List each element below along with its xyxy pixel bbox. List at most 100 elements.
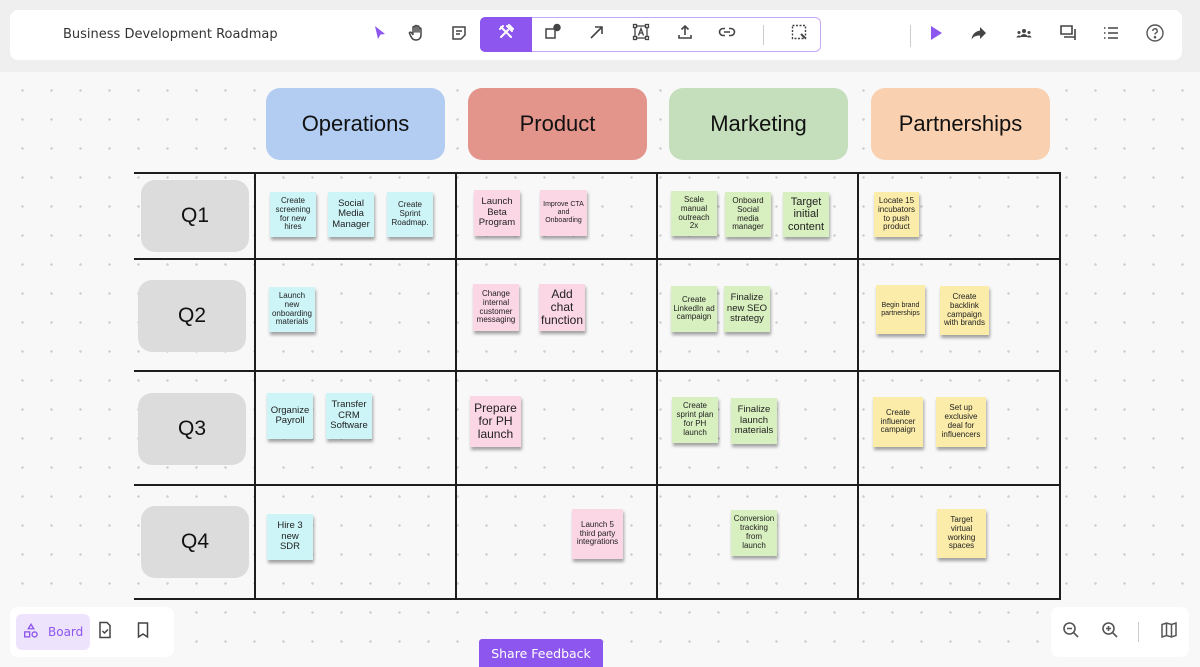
sticky-note[interactable]: Create influencer campaign [873, 397, 923, 447]
grid-line [656, 172, 658, 600]
sticky-note[interactable]: Onboard Social media manager [725, 192, 771, 237]
row-label-text: Q2 [177, 304, 206, 327]
bookmark-icon [133, 620, 153, 645]
text-box-icon [631, 22, 651, 47]
sticky-note[interactable]: Target initial content [783, 192, 829, 237]
sticky-note[interactable]: Launch Beta Program [474, 190, 520, 236]
sticky-note[interactable]: Change internal customer messaging [473, 284, 519, 331]
row-label-q1[interactable]: Q1 [141, 180, 249, 252]
grid-line [857, 172, 859, 600]
sticky-note[interactable]: Organize Payroll [267, 393, 313, 439]
zoom-out-icon [1061, 620, 1081, 645]
arrow-icon [587, 22, 607, 47]
column-header-product[interactable]: Product [468, 88, 647, 160]
sticky-note[interactable]: Launch new onboarding materials [269, 287, 315, 332]
grid-line [1059, 172, 1061, 600]
row-label-q4[interactable]: Q4 [141, 506, 249, 578]
zoom-in-icon [1100, 620, 1120, 645]
collaborators-button[interactable] [1009, 20, 1039, 50]
sticky-note[interactable]: Set up exclusive deal for influencers [936, 397, 986, 447]
present-icon [926, 23, 946, 48]
zoom-out-button[interactable] [1056, 617, 1086, 647]
bookmark-button[interactable] [128, 617, 158, 647]
outline-button[interactable] [1096, 20, 1126, 50]
column-header-label: Partnerships [898, 111, 1023, 136]
row-label-text: Q1 [180, 204, 209, 227]
sticky-note[interactable]: Finalize new SEO strategy [724, 286, 770, 332]
text-tool[interactable] [626, 19, 656, 49]
share-icon [969, 23, 989, 48]
comments-button[interactable] [1053, 20, 1083, 50]
present-button[interactable] [921, 20, 951, 50]
column-header-label: Marketing [710, 111, 807, 136]
connector-tool[interactable] [582, 19, 612, 49]
document-view-button[interactable] [90, 617, 120, 647]
sticky-note[interactable]: Add chat function [539, 284, 585, 331]
sticky-note[interactable]: Create Sprint Roadmap. [387, 192, 433, 237]
toolbar-divider [763, 25, 764, 45]
row-label-text: Q3 [177, 417, 206, 440]
zoom-controls [1051, 607, 1189, 657]
top-toolbar: Business Development Roadmap [10, 10, 1182, 60]
creation-tool-group [480, 17, 821, 52]
column-header-operations[interactable]: Operations [266, 88, 445, 160]
shapes-icon [543, 22, 563, 47]
grid-line [134, 370, 1061, 372]
pointer-icon [370, 23, 390, 48]
minimap-button[interactable] [1154, 617, 1184, 647]
selection-icon [789, 22, 809, 47]
column-header-partnerships[interactable]: Partnerships [871, 88, 1050, 160]
sticky-note[interactable]: Launch 5 third party integrations [572, 509, 623, 559]
help-icon [1145, 23, 1165, 48]
list-icon [1101, 23, 1121, 48]
sticky-note[interactable]: Create backlink campaign with brands [940, 286, 989, 335]
document-check-icon [95, 620, 115, 645]
grid-line [134, 484, 1061, 486]
view-switcher: Board [10, 607, 174, 657]
area-select-tool[interactable] [784, 19, 814, 49]
sticky-note-icon [449, 23, 469, 48]
column-header-marketing[interactable]: Marketing [669, 88, 848, 160]
column-header-label: Operations [301, 111, 410, 136]
sticky-note[interactable]: Prepare for PH launch [470, 396, 521, 447]
grid-line [134, 172, 1061, 174]
tools-icon [496, 22, 516, 47]
zoom-in-button[interactable] [1095, 617, 1125, 647]
sticky-note[interactable]: Finalize launch materials [731, 398, 777, 444]
upload-tool[interactable] [670, 19, 700, 49]
select-tool[interactable] [365, 20, 395, 50]
sticky-note[interactable]: Social Media Manager [328, 192, 374, 237]
toolbar-divider-right [910, 25, 911, 47]
pan-tool[interactable] [401, 20, 431, 50]
comments-icon [1058, 23, 1078, 48]
sticky-note[interactable]: Conversion tracking from launch [731, 510, 777, 556]
collaborators-icon [1014, 23, 1034, 48]
sticky-note[interactable]: Create sprint plan for PH launch [672, 397, 718, 443]
row-label-q2[interactable]: Q2 [138, 280, 246, 352]
sticky-note[interactable]: Improve CTA and Onboarding [540, 190, 587, 236]
hand-icon [406, 23, 426, 48]
board-view-button[interactable]: Board [16, 614, 90, 650]
shapes-tool[interactable] [538, 19, 568, 49]
board-title[interactable]: Business Development Roadmap [63, 27, 278, 42]
share-feedback-button[interactable]: Share Feedback [479, 639, 603, 667]
sticky-note-tool[interactable] [444, 20, 474, 50]
sticky-note[interactable]: Scale manual outreach 2x [671, 191, 717, 236]
sticky-note[interactable]: Begin brand partnerships [876, 285, 925, 334]
sticky-note[interactable]: Hire 3 new SDR [267, 514, 313, 560]
column-header-label: Product [519, 111, 596, 136]
share-button[interactable] [964, 20, 994, 50]
sticky-note[interactable]: Target virtual working spaces [937, 509, 986, 558]
tools-button[interactable] [480, 17, 532, 52]
sticky-note[interactable]: Locate 15 incubators to push product [874, 192, 919, 237]
sticky-note[interactable]: Create screening for new hires [270, 192, 316, 237]
zoom-divider [1138, 622, 1139, 642]
sticky-note[interactable]: Create LinkedIn ad campaign [671, 286, 717, 332]
grid-line [254, 172, 256, 600]
sticky-note[interactable]: Transfer CRM Software [326, 393, 372, 439]
grid-line [455, 172, 457, 600]
row-label-q3[interactable]: Q3 [138, 393, 246, 465]
link-tool[interactable] [712, 19, 742, 49]
map-icon [1159, 620, 1179, 645]
help-button[interactable] [1140, 20, 1170, 50]
